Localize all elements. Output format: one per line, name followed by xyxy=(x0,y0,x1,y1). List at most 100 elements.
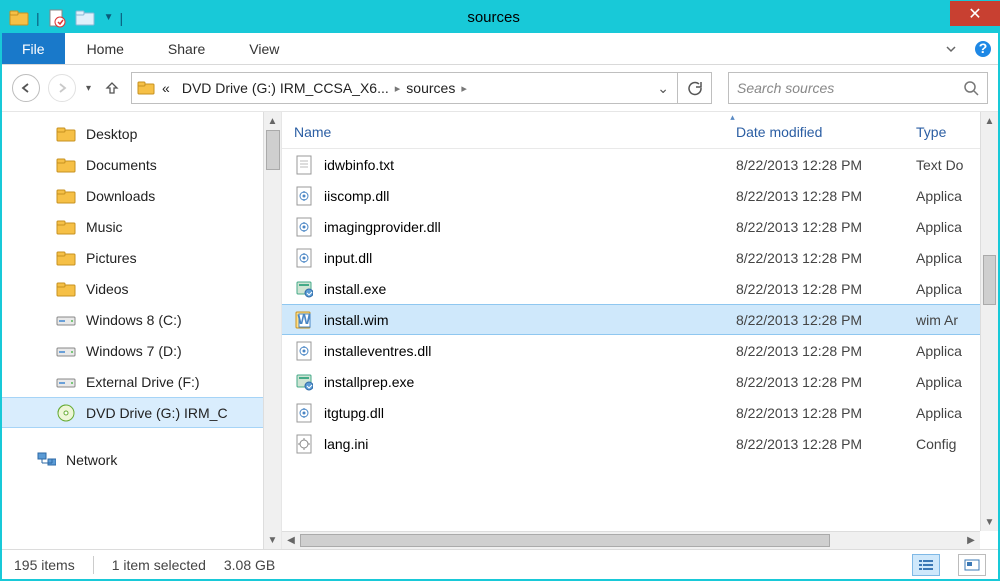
folder-icon xyxy=(56,124,76,144)
scroll-up-icon[interactable]: ▲ xyxy=(985,112,995,130)
refresh-button[interactable] xyxy=(678,72,712,104)
up-button[interactable] xyxy=(101,74,123,102)
file-list-pane: ▴ Name Date modified Type idwbinfo.txt8/… xyxy=(282,112,998,549)
tree-item-label: DVD Drive (G:) IRM_C xyxy=(86,405,228,421)
status-item-count: 195 items xyxy=(14,557,75,573)
dll-file-icon xyxy=(294,341,314,361)
file-tab[interactable]: File xyxy=(2,33,65,64)
tab-view[interactable]: View xyxy=(227,33,301,64)
file-date: 8/22/2013 12:28 PM xyxy=(736,405,916,421)
dll-file-icon xyxy=(294,248,314,268)
tree-item-label: Videos xyxy=(86,281,129,297)
chevron-right-icon[interactable]: ▸ xyxy=(461,82,467,95)
file-name: lang.ini xyxy=(324,436,368,452)
file-name: imagingprovider.dll xyxy=(324,219,441,235)
tab-share[interactable]: Share xyxy=(146,33,227,64)
scroll-down-icon[interactable]: ▼ xyxy=(268,531,278,549)
tree-item-label: Music xyxy=(86,219,123,235)
tree-item[interactable]: Windows 8 (C:) xyxy=(2,304,281,335)
tree-scrollbar[interactable]: ▲ ▼ xyxy=(263,112,281,549)
tree-item[interactable]: Desktop xyxy=(2,118,281,149)
tree-item[interactable]: Pictures xyxy=(2,242,281,273)
ini-file-icon xyxy=(294,434,314,454)
file-row[interactable]: iiscomp.dll8/22/2013 12:28 PMApplica xyxy=(282,180,998,211)
thumbnails-view-button[interactable] xyxy=(958,554,986,576)
file-name: itgtupg.dll xyxy=(324,405,384,421)
network-icon xyxy=(36,450,56,470)
scroll-left-icon[interactable]: ◀ xyxy=(282,535,300,546)
qat-newfolder-icon[interactable] xyxy=(74,7,96,29)
tree-item[interactable]: External Drive (F:) xyxy=(2,366,281,397)
tree-item[interactable]: Documents xyxy=(2,149,281,180)
file-name: install.exe xyxy=(324,281,386,297)
file-row[interactable]: Winstall.wim8/22/2013 12:28 PMwim Ar xyxy=(282,304,998,335)
dll-file-icon xyxy=(294,186,314,206)
search-input[interactable] xyxy=(737,80,963,96)
breadcrumb-prefix: « xyxy=(156,80,176,96)
tree-item-label: Pictures xyxy=(86,250,137,266)
file-name: install.wim xyxy=(324,312,389,328)
svg-text:?: ? xyxy=(979,40,988,56)
tree-item[interactable]: Videos xyxy=(2,273,281,304)
breadcrumb-drive[interactable]: DVD Drive (G:) IRM_CCSA_X6... xyxy=(176,80,395,96)
file-row[interactable]: installprep.exe8/22/2013 12:28 PMApplica xyxy=(282,366,998,397)
file-name: installprep.exe xyxy=(324,374,414,390)
close-button[interactable]: ✕ xyxy=(950,1,1000,26)
file-date: 8/22/2013 12:28 PM xyxy=(736,250,916,266)
file-date: 8/22/2013 12:28 PM xyxy=(736,157,916,173)
list-horizontal-scrollbar[interactable]: ◀ ▶ xyxy=(282,531,980,549)
help-icon[interactable]: ? xyxy=(968,33,998,64)
tree-item-network[interactable]: Network xyxy=(2,444,281,475)
file-row[interactable]: installeventres.dll8/22/2013 12:28 PMApp… xyxy=(282,335,998,366)
file-row[interactable]: lang.ini8/22/2013 12:28 PMConfig xyxy=(282,428,998,459)
folder-icon xyxy=(136,78,156,98)
recent-locations-icon[interactable]: ▾ xyxy=(84,83,93,94)
scroll-right-icon[interactable]: ▶ xyxy=(962,535,980,546)
maximize-button[interactable] xyxy=(904,5,950,30)
search-box[interactable] xyxy=(728,72,988,104)
drive-icon xyxy=(56,372,76,392)
file-name: iiscomp.dll xyxy=(324,188,389,204)
tree-item[interactable]: Windows 7 (D:) xyxy=(2,335,281,366)
folder-icon xyxy=(56,248,76,268)
file-row[interactable]: input.dll8/22/2013 12:28 PMApplica xyxy=(282,242,998,273)
details-view-button[interactable] xyxy=(912,554,940,576)
file-date: 8/22/2013 12:28 PM xyxy=(736,374,916,390)
navigation-pane: ▲ ▼ DesktopDocuments Downloads Music Pictur… xyxy=(2,112,282,549)
file-type: Applica xyxy=(916,250,980,266)
file-row[interactable]: imagingprovider.dll8/22/2013 12:28 PMApp… xyxy=(282,211,998,242)
column-name[interactable]: Name xyxy=(294,124,736,140)
forward-button[interactable] xyxy=(48,74,76,102)
search-icon[interactable] xyxy=(963,80,979,96)
scroll-down-icon[interactable]: ▼ xyxy=(985,513,995,531)
tree-item[interactable]: Music xyxy=(2,211,281,242)
tree-item-label: Network xyxy=(66,452,117,468)
address-dropdown-icon[interactable]: ⌄ xyxy=(649,80,677,97)
column-date[interactable]: Date modified xyxy=(736,124,916,140)
status-selection: 1 item selected xyxy=(112,557,206,573)
file-name: installeventres.dll xyxy=(324,343,431,359)
folder-icon xyxy=(56,217,76,237)
ribbon-expand-icon[interactable] xyxy=(944,33,958,64)
file-row[interactable]: itgtupg.dll8/22/2013 12:28 PMApplica xyxy=(282,397,998,428)
address-bar[interactable]: « DVD Drive (G:) IRM_CCSA_X6... ▸ source… xyxy=(131,72,678,104)
file-row[interactable]: idwbinfo.txt8/22/2013 12:28 PMText Do xyxy=(282,149,998,180)
minimize-button[interactable] xyxy=(858,5,904,30)
tree-item[interactable]: Downloads xyxy=(2,180,281,211)
qat-properties-icon[interactable] xyxy=(46,7,68,29)
dvd-icon xyxy=(56,403,76,423)
qat-dropdown-icon[interactable]: ▼ xyxy=(102,12,114,23)
tab-home[interactable]: Home xyxy=(65,33,146,64)
list-vertical-scrollbar[interactable]: ▲ ▼ xyxy=(980,112,998,531)
wim-file-icon: W xyxy=(294,310,314,330)
tree-item-label: Downloads xyxy=(86,188,155,204)
back-button[interactable] xyxy=(12,74,40,102)
scroll-up-icon[interactable]: ▲ xyxy=(268,112,278,130)
column-type[interactable]: Type xyxy=(916,124,980,140)
exe-file-icon xyxy=(294,372,314,392)
file-row[interactable]: install.exe8/22/2013 12:28 PMApplica xyxy=(282,273,998,304)
status-bar: 195 items 1 item selected 3.08 GB xyxy=(2,549,998,579)
navigation-bar: ▾ « DVD Drive (G:) IRM_CCSA_X6... ▸ sour… xyxy=(2,65,998,112)
breadcrumb-folder[interactable]: sources xyxy=(400,80,461,96)
tree-item[interactable]: DVD Drive (G:) IRM_C xyxy=(2,397,281,428)
